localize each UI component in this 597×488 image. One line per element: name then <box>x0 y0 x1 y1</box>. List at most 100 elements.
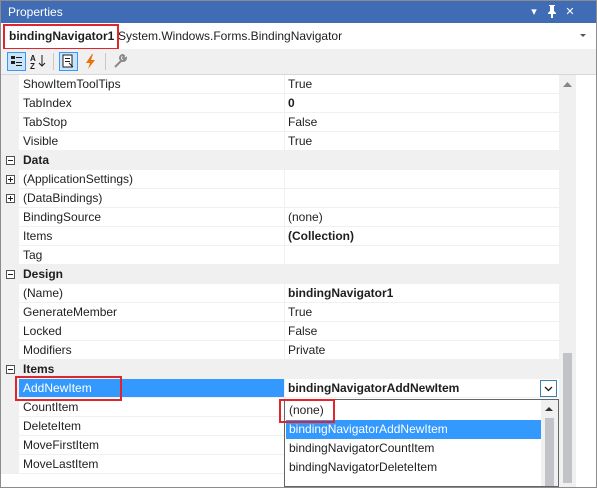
property-value[interactable]: 0 <box>288 96 538 110</box>
events-icon[interactable] <box>81 52 100 71</box>
row-gutter <box>1 322 19 341</box>
column-divider <box>284 246 285 265</box>
pin-icon[interactable] <box>545 4 559 20</box>
property-value[interactable]: False <box>288 115 538 129</box>
property-row[interactable]: Visible True <box>1 132 559 151</box>
property-name: DeleteItem <box>23 419 82 433</box>
property-value[interactable]: True <box>288 134 538 148</box>
property-row[interactable]: ShowItemToolTips True <box>1 75 559 94</box>
property-grid-scrollbar[interactable] <box>559 75 576 487</box>
category-design[interactable]: Design <box>1 265 559 284</box>
property-row[interactable]: Items (Collection) <box>1 227 559 246</box>
column-divider <box>284 94 285 113</box>
category-label: Items <box>23 362 55 376</box>
row-gutter <box>1 132 19 151</box>
property-row[interactable]: (ApplicationSettings) <box>1 170 559 189</box>
property-value[interactable]: Private <box>288 343 538 357</box>
row-gutter <box>1 303 19 322</box>
alphabetical-icon[interactable]: AZ <box>29 52 48 71</box>
property-row[interactable]: BindingSource (none) <box>1 208 559 227</box>
property-row[interactable]: Modifiers Private <box>1 341 559 360</box>
toolbar-separator <box>105 53 106 70</box>
value-dropdown-button[interactable] <box>540 380 557 397</box>
dropdown-option[interactable]: bindingNavigatorDeleteItem <box>286 458 544 477</box>
property-name: Visible <box>23 134 59 148</box>
dropdown-scrollbar-thumb[interactable] <box>545 418 554 486</box>
column-divider <box>284 132 285 151</box>
property-row[interactable]: (Name) bindingNavigator1 <box>1 284 559 303</box>
property-name: BindingSource <box>23 210 102 224</box>
property-name: TabIndex <box>23 96 72 110</box>
callout-box-none-option <box>279 399 335 423</box>
property-value[interactable]: bindingNavigatorAddNewItem <box>288 381 538 395</box>
column-divider <box>284 189 285 208</box>
category-label: Design <box>23 267 64 281</box>
scroll-up-icon[interactable] <box>563 81 572 87</box>
property-value[interactable]: False <box>288 324 538 338</box>
callout-box-object-name <box>3 24 119 50</box>
column-divider <box>284 379 285 398</box>
row-gutter <box>1 284 19 303</box>
expand-icon[interactable] <box>6 194 15 203</box>
property-row[interactable]: TabStop False <box>1 113 559 132</box>
expand-icon[interactable] <box>6 175 15 184</box>
column-divider <box>284 322 285 341</box>
property-name: MoveLastItem <box>23 457 99 471</box>
properties-icon[interactable] <box>59 52 78 71</box>
property-name: Modifiers <box>23 343 72 357</box>
property-value[interactable]: True <box>288 305 538 319</box>
row-gutter <box>1 417 19 436</box>
property-value[interactable]: bindingNavigator1 <box>288 286 538 300</box>
property-name: ShowItemToolTips <box>23 77 121 91</box>
collapse-icon[interactable] <box>6 365 15 374</box>
property-row[interactable]: Tag <box>1 246 559 265</box>
categorized-icon[interactable] <box>7 52 26 71</box>
object-type: System.Windows.Forms.BindingNavigator <box>118 29 343 43</box>
row-gutter <box>1 455 19 474</box>
chevron-down-icon[interactable] <box>578 30 588 40</box>
row-gutter <box>1 208 19 227</box>
property-name: GenerateMember <box>23 305 118 319</box>
row-gutter <box>1 436 19 455</box>
column-divider <box>284 75 285 94</box>
row-gutter <box>1 341 19 360</box>
collapse-icon[interactable] <box>6 270 15 279</box>
category-data[interactable]: Data <box>1 151 559 170</box>
row-gutter <box>1 113 19 132</box>
property-name: Items <box>23 229 53 243</box>
properties-window: Properties ▾ ✕ bindingNavigator1 System.… <box>0 0 597 488</box>
callout-box-addnewitem <box>15 376 122 401</box>
property-name: Locked <box>23 324 62 338</box>
dropdown-option[interactable]: bindingNavigatorCountItem <box>286 439 544 458</box>
window-position-dropdown-icon[interactable]: ▾ <box>527 4 541 20</box>
property-value[interactable]: True <box>288 77 538 91</box>
property-name: (Name) <box>23 286 64 300</box>
property-name: Tag <box>23 248 43 262</box>
right-gutter <box>576 75 596 487</box>
property-name: (DataBindings) <box>23 191 103 205</box>
column-divider <box>284 284 285 303</box>
dropdown-scroll-up-icon[interactable] <box>545 406 553 411</box>
dropdown-scrollbar[interactable] <box>541 400 558 486</box>
property-name: CountItem <box>23 400 79 414</box>
toolbar: AZ <box>1 49 596 75</box>
property-value[interactable]: (none) <box>288 210 538 224</box>
close-icon[interactable]: ✕ <box>563 4 577 20</box>
property-value[interactable]: (Collection) <box>288 229 538 243</box>
property-row[interactable]: TabIndex 0 <box>1 94 559 113</box>
row-gutter <box>1 75 19 94</box>
column-divider <box>284 208 285 227</box>
property-row[interactable]: GenerateMember True <box>1 303 559 322</box>
property-name: MoveFirstItem <box>23 438 100 452</box>
column-divider <box>284 303 285 322</box>
property-row[interactable]: Locked False <box>1 322 559 341</box>
collapse-icon[interactable] <box>6 156 15 165</box>
column-divider <box>284 341 285 360</box>
column-divider <box>284 227 285 246</box>
chevron-down-icon <box>544 386 553 392</box>
property-name: TabStop <box>23 115 68 129</box>
property-row[interactable]: (DataBindings) <box>1 189 559 208</box>
scrollbar-thumb[interactable] <box>563 353 572 483</box>
window-title: Properties <box>8 5 63 19</box>
property-pages-icon[interactable] <box>111 52 130 71</box>
